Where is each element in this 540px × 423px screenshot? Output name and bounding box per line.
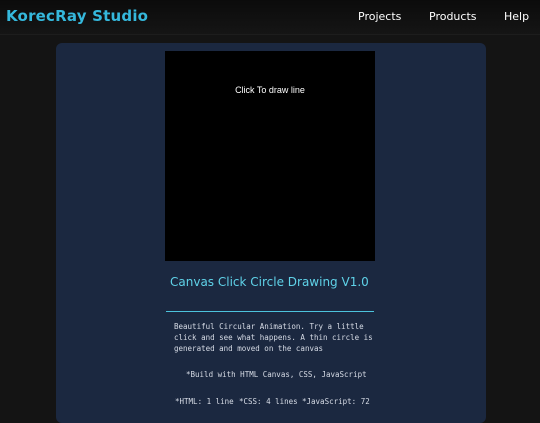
nav-products-link[interactable]: Products bbox=[429, 10, 477, 23]
nav-help-link[interactable]: Help bbox=[504, 10, 529, 23]
build-note: *Build with HTML Canvas, CSS, JavaScript bbox=[186, 370, 367, 379]
nav-projects-link[interactable]: Projects bbox=[358, 10, 401, 23]
brand-logo-text[interactable]: KorecRay Studio bbox=[6, 7, 148, 25]
title-divider bbox=[166, 311, 374, 312]
project-title: Canvas Click Circle Drawing V1.0 bbox=[170, 275, 369, 289]
top-navigation-bar: KorecRay Studio Projects Products Help bbox=[0, 0, 540, 34]
drawing-canvas[interactable]: Click To draw line bbox=[165, 51, 375, 261]
project-description: Beautiful Circular Animation. Try a litt… bbox=[174, 322, 373, 353]
canvas-hint-text: Click To draw line bbox=[235, 85, 305, 95]
